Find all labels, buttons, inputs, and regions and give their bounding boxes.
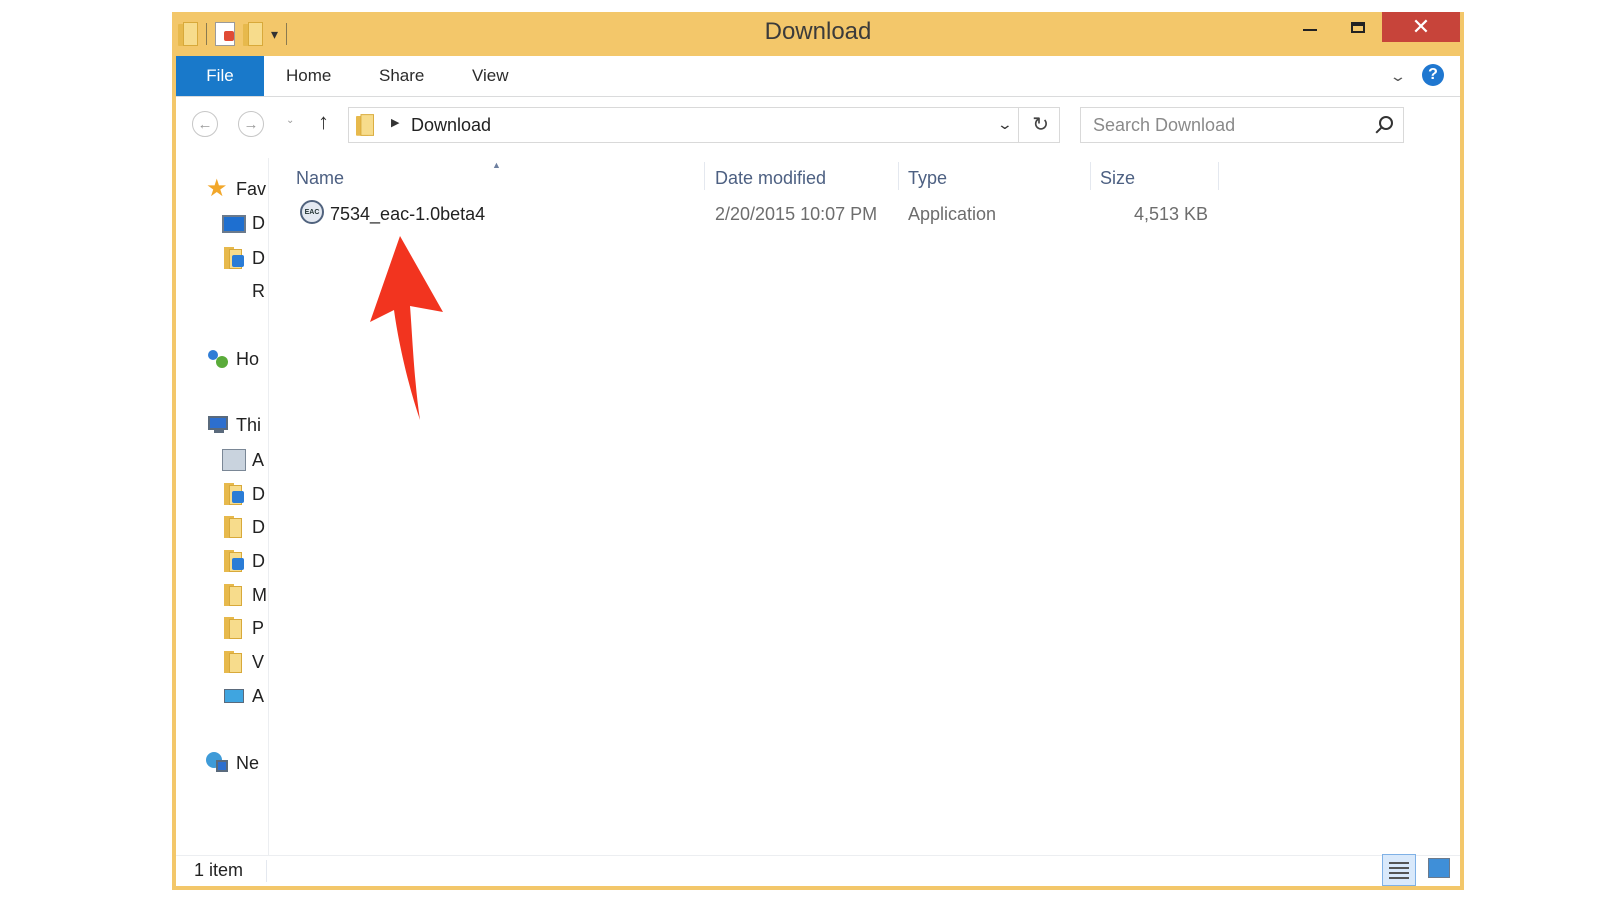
sidebar-item-label: Thi: [236, 414, 262, 435]
column-divider[interactable]: [704, 162, 705, 190]
breadcrumb-download[interactable]: Download: [411, 115, 491, 136]
search-icon[interactable]: [1379, 116, 1393, 130]
status-bar: 1 item: [176, 854, 1460, 886]
network-drive-icon: [222, 449, 246, 471]
large-icons-view-button[interactable]: [1428, 858, 1450, 878]
search-box[interactable]: Search Download: [1080, 107, 1404, 143]
sidebar-item-label: D: [252, 516, 265, 537]
sidebar-item-homegroup[interactable]: Ho: [206, 348, 259, 370]
sidebar-item-label: M: [252, 584, 267, 605]
close-button[interactable]: ✕: [1382, 12, 1460, 42]
back-button[interactable]: ←: [192, 111, 218, 137]
sidebar-item-pictures[interactable]: P: [222, 617, 264, 639]
details-view-button[interactable]: [1382, 854, 1416, 886]
sidebar-item-label: D: [252, 213, 265, 233]
ribbon: File Home Share View ⌄ ?: [176, 56, 1460, 97]
window-controls: ✕: [1286, 12, 1460, 42]
sidebar-item-apps[interactable]: A: [222, 685, 264, 707]
sidebar-item-label: D: [252, 483, 265, 504]
sidebar-item-desktop[interactable]: D: [222, 213, 265, 234]
recent-locations-icon[interactable]: ⌄: [286, 115, 294, 126]
downloads-folder-icon: [222, 550, 246, 572]
sidebar-item-favorites[interactable]: Fav: [206, 174, 267, 203]
videos-folder-icon: [222, 651, 246, 673]
minimize-button[interactable]: [1286, 12, 1334, 42]
desktop-folder-icon: [222, 483, 246, 505]
window-body: File Home Share View ⌄ ? ← → ⌄ ↑ ▶ Downl…: [176, 56, 1460, 886]
sidebar-item-label: P: [252, 617, 265, 638]
help-icon[interactable]: ?: [1422, 64, 1444, 86]
forward-button[interactable]: →: [238, 111, 264, 137]
file-size: 4,513 KB: [1134, 204, 1209, 224]
sidebar-item-label: D: [252, 247, 265, 268]
music-folder-icon: [222, 584, 246, 606]
this-pc-icon: [206, 414, 230, 436]
sidebar-item-label: V: [252, 651, 265, 672]
sidebar-item-documents[interactable]: D: [222, 516, 265, 538]
sort-ascending-icon: ▲: [492, 160, 501, 170]
downloads-folder-icon: [222, 247, 246, 269]
column-header-date-modified[interactable]: Date modified: [715, 168, 826, 189]
maximize-button[interactable]: [1334, 12, 1382, 42]
sidebar-item-downloads-folder[interactable]: D: [222, 550, 265, 572]
sidebar-item-desktop-folder[interactable]: D: [222, 483, 265, 505]
sidebar-item-label: Fav: [236, 178, 267, 199]
navigation-pane: Fav D D R Ho Thi A D D D M P V A Ne: [176, 158, 269, 856]
homegroup-icon: [206, 348, 230, 370]
sidebar-item-label: A: [252, 685, 265, 706]
sidebar-item-recent-places[interactable]: R: [222, 280, 265, 302]
column-divider[interactable]: [898, 162, 899, 190]
sidebar-item-network[interactable]: Ne: [206, 752, 259, 774]
tab-view[interactable]: View: [472, 56, 509, 96]
sidebar-item-network-drive[interactable]: A: [222, 449, 264, 471]
sidebar-item-downloads[interactable]: D: [222, 247, 265, 269]
file-type: Application: [908, 204, 997, 224]
sidebar-item-label: Ho: [236, 348, 260, 369]
documents-folder-icon: [222, 516, 246, 538]
file-list: ▲ Name Date modified Type Size EAC 7534_…: [270, 158, 1460, 856]
file-name[interactable]: 7534_eac-1.0beta4: [330, 204, 485, 225]
tab-home[interactable]: Home: [286, 56, 331, 96]
column-divider[interactable]: [1218, 162, 1219, 190]
window-title: Download: [764, 18, 872, 45]
expand-ribbon-icon[interactable]: ⌄: [1389, 68, 1407, 85]
maximize-icon: [1351, 21, 1365, 33]
breadcrumb-arrow-icon[interactable]: ▶: [391, 116, 399, 129]
application-icon: EAC: [300, 200, 324, 224]
file-date-modified: 2/20/2015 10:07 PM: [715, 204, 878, 224]
sidebar-item-videos[interactable]: V: [222, 651, 264, 673]
folder-icon: [356, 114, 374, 136]
column-header-name[interactable]: Name: [296, 168, 344, 189]
pictures-folder-icon: [222, 617, 246, 639]
apps-icon: [222, 685, 246, 707]
file-row[interactable]: EAC 7534_eac-1.0beta4 2/20/2015 10:07 PM…: [270, 198, 1230, 228]
sidebar-item-music[interactable]: M: [222, 584, 267, 606]
status-divider: [266, 860, 267, 882]
star-icon: [206, 174, 230, 203]
minimize-icon: [1303, 29, 1317, 31]
tab-share[interactable]: Share: [379, 56, 424, 96]
address-dropdown-icon[interactable]: ⌄: [997, 116, 1013, 133]
sidebar-item-this-pc[interactable]: Thi: [206, 414, 261, 436]
sidebar-item-label: D: [252, 550, 265, 571]
desktop-icon: [222, 214, 246, 233]
up-button[interactable]: ↑: [318, 109, 329, 135]
sidebar-item-label: A: [252, 449, 265, 470]
address-divider: [1018, 108, 1019, 142]
explorer-window: ▾ Download ✕ File Home Share View ⌄ ? ← …: [172, 12, 1464, 890]
item-count: 1 item: [194, 860, 244, 880]
sidebar-item-label: R: [252, 280, 265, 301]
tab-file[interactable]: File: [176, 56, 264, 96]
refresh-button[interactable]: ↻: [1032, 112, 1049, 137]
search-input[interactable]: Search Download: [1093, 115, 1235, 136]
column-header-size[interactable]: Size: [1100, 168, 1135, 189]
column-header-type[interactable]: Type: [908, 168, 947, 189]
network-icon: [206, 752, 230, 774]
sidebar-item-label: Ne: [236, 752, 260, 773]
navigation-bar: ← → ⌄ ↑ ▶ Download ⌄ ↻ Search Download: [176, 97, 1460, 153]
address-bar[interactable]: ▶ Download ⌄ ↻: [348, 107, 1060, 143]
column-divider[interactable]: [1090, 162, 1091, 190]
